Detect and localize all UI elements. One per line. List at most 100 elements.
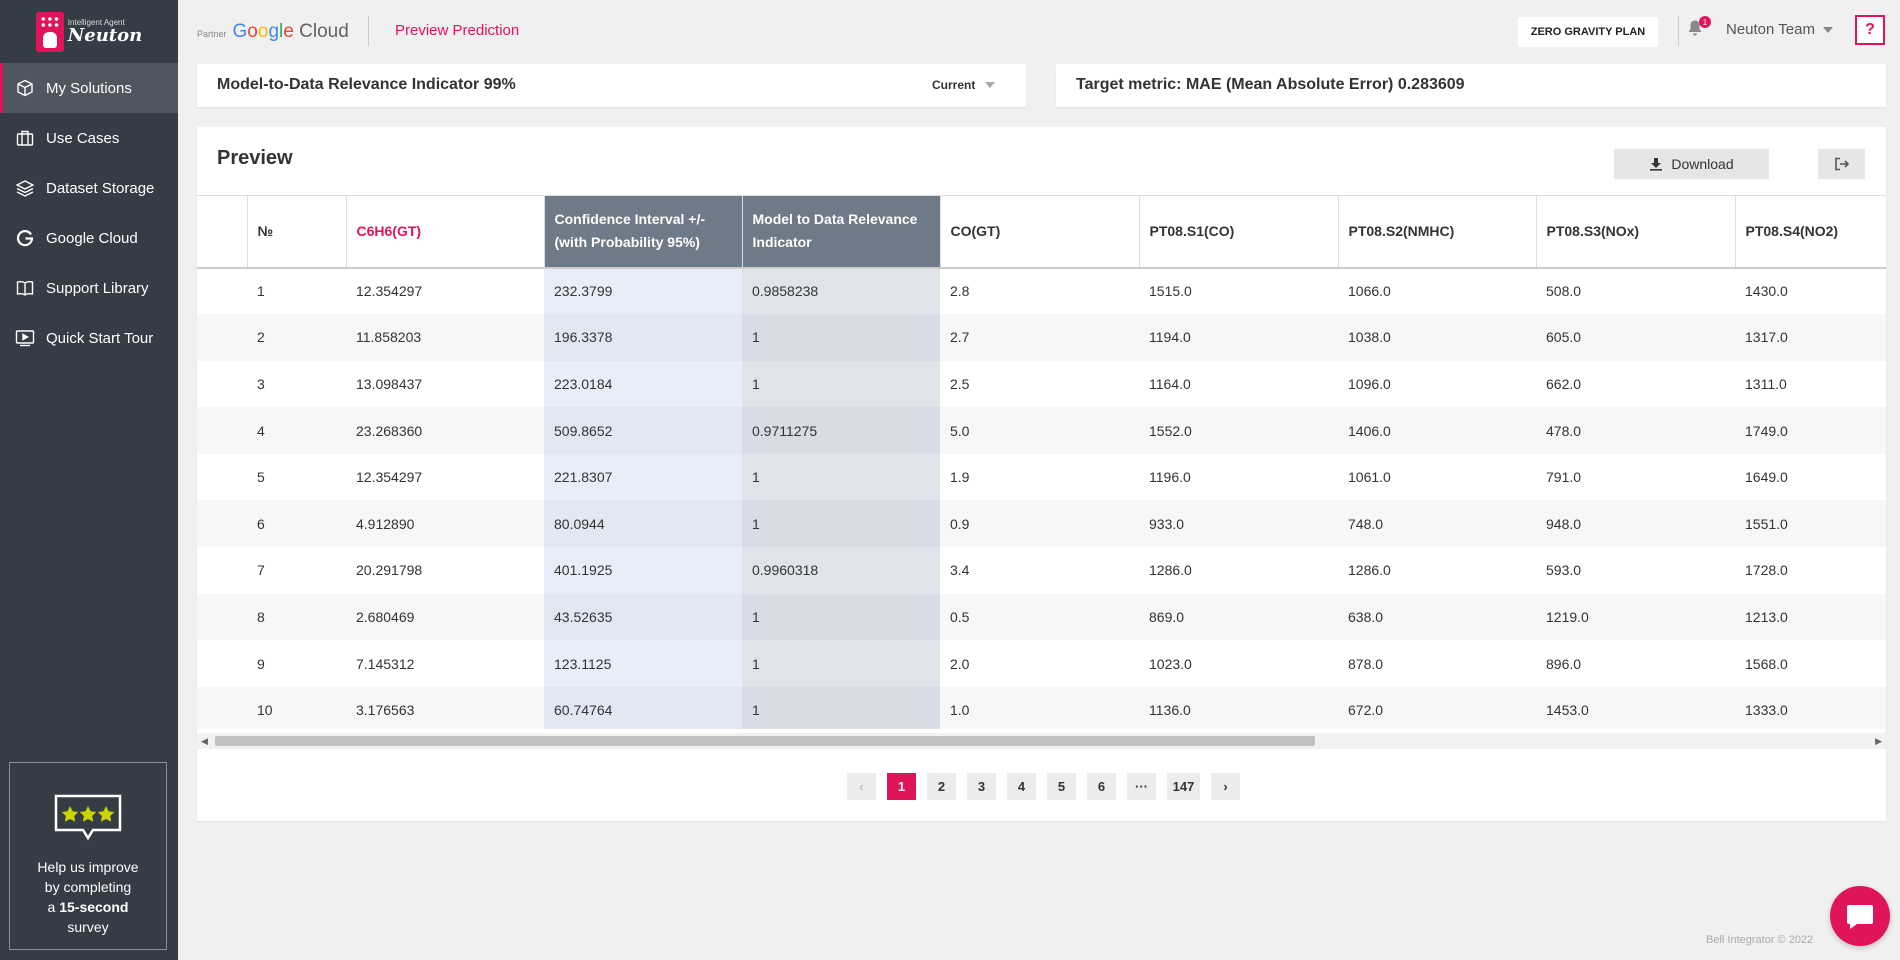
table-cell: 896.0: [1546, 655, 1582, 672]
column-header: PT08.S2(NMHC): [1338, 195, 1537, 269]
logo-name: Neuton: [67, 24, 143, 46]
sidebar-item-my-solutions[interactable]: My Solutions: [0, 63, 178, 113]
table-cell: 223.0184: [544, 360, 742, 408]
table-cell: 1213.0: [1735, 593, 1886, 641]
plan-button[interactable]: ZERO GRAVITY PLAN: [1518, 17, 1658, 47]
table-cell: 1728.0: [1745, 562, 1788, 579]
table-cell: 1038.0: [1338, 314, 1536, 361]
survey-box[interactable]: Help us improve by completing a 15-secon…: [9, 762, 167, 950]
table-cell: 0.9858238: [742, 267, 940, 315]
page-ellipsis-button[interactable]: ···: [1127, 773, 1156, 800]
pagination: ‹ 1 2 3 4 5 6 ··· 147 ›: [847, 773, 1240, 800]
table-cell: 1061.0: [1348, 469, 1391, 486]
preview-card: Preview Download № C6H6(GT) Confidence I…: [197, 127, 1886, 821]
scroll-left-icon[interactable]: ◀: [201, 736, 208, 747]
download-button[interactable]: Download: [1614, 149, 1769, 179]
table-cell: 948.0: [1536, 500, 1735, 548]
table-cell: 1: [257, 283, 265, 300]
table-cell: [197, 407, 247, 454]
table-cell: [197, 640, 247, 687]
scrollbar-thumb[interactable]: [215, 736, 1315, 746]
sidebar-item-support-library[interactable]: Support Library: [0, 263, 178, 313]
table-cell: 2.680469: [346, 593, 544, 641]
table-cell: [197, 593, 247, 641]
prev-page-button[interactable]: ‹: [847, 773, 876, 800]
team-dropdown[interactable]: Neuton Team: [1726, 21, 1833, 38]
table-cell: [197, 500, 247, 548]
google-g-icon: [14, 227, 36, 249]
layers-icon: [14, 177, 36, 199]
table-row: 5 12.354297 221.8307 1 1.9 1196.0 1061.0 791.0 1…: [197, 453, 1886, 501]
notification-badge: 1: [1699, 16, 1711, 28]
download-icon: [1650, 158, 1663, 171]
table-cell: 1: [742, 314, 940, 361]
table-cell: 5.0: [940, 407, 1139, 454]
table-cell: 1136.0: [1139, 686, 1338, 729]
table-cell: 123.1125: [544, 640, 742, 687]
column-header-target: C6H6(GT): [346, 195, 545, 269]
table-cell: 10: [247, 686, 346, 729]
sidebar-item-label: My Solutions: [46, 79, 132, 97]
table-cell: 1311.0: [1745, 375, 1787, 392]
page-button[interactable]: 1: [887, 773, 916, 800]
table-cell: 869.0: [1139, 593, 1338, 641]
preview-title: Preview: [217, 147, 293, 169]
table-cell: 2: [247, 314, 346, 361]
sidebar-item-quick-start-tour[interactable]: Quick Start Tour: [0, 313, 178, 363]
page-button[interactable]: 4: [1007, 773, 1036, 800]
table-cell: 8: [247, 593, 346, 641]
briefcase-icon: [14, 127, 36, 149]
table-cell: 9: [257, 655, 265, 672]
sidebar-item-label: Support Library: [46, 279, 149, 297]
page-button[interactable]: 3: [967, 773, 996, 800]
notifications-button[interactable]: 1: [1687, 16, 1711, 41]
table-cell: 1749.0: [1735, 407, 1886, 454]
scroll-right-icon[interactable]: ▶: [1875, 736, 1882, 747]
table-cell: 1023.0: [1149, 655, 1192, 672]
download-label: Download: [1671, 156, 1734, 172]
table-cell: 1430.0: [1745, 283, 1788, 300]
logo[interactable]: Intelligent Agent Neuton: [0, 0, 178, 63]
table-row: 3 13.098437 223.0184 1 2.5 1164.0 1096.0 662.0 1…: [197, 360, 1886, 408]
chat-button[interactable]: [1830, 886, 1890, 946]
page-button[interactable]: 147: [1167, 773, 1200, 800]
page-button[interactable]: 6: [1087, 773, 1116, 800]
table-cell: 4: [247, 407, 346, 454]
page-button[interactable]: 5: [1047, 773, 1076, 800]
table-cell: 1317.0: [1735, 314, 1886, 361]
sidebar-item-dataset-storage[interactable]: Dataset Storage: [0, 163, 178, 213]
next-page-button[interactable]: ›: [1211, 773, 1240, 800]
book-icon: [14, 277, 36, 299]
sidebar-item-label: Google Cloud: [46, 229, 138, 247]
table-cell: 401.1925: [544, 547, 742, 594]
relevance-indicator: Model-to-Data Relevance Indicator 99%: [217, 76, 516, 93]
horizontal-scrollbar[interactable]: ◀ ▶: [197, 733, 1886, 749]
table-cell: 12.354297: [356, 283, 423, 300]
table-cell: 933.0: [1139, 500, 1338, 548]
table-header-row: № C6H6(GT) Confidence Interval +/- (with…: [197, 195, 1886, 269]
sidebar-item-google-cloud[interactable]: Google Cloud: [0, 213, 178, 263]
partner-google-cloud: Partner Google Cloud: [197, 21, 349, 43]
table-cell: 6: [247, 500, 346, 548]
breadcrumb[interactable]: Preview Prediction: [395, 22, 519, 39]
preview-table-container[interactable]: № C6H6(GT) Confidence Interval +/- (with…: [197, 195, 1886, 729]
table-cell: 43.52635: [544, 593, 742, 641]
table-cell: 23.268360: [346, 407, 544, 454]
divider: [368, 16, 369, 46]
table-cell: [197, 547, 247, 594]
target-metric: Target metric: MAE (Mean Absolute Error)…: [1076, 76, 1465, 93]
relevance-select[interactable]: Current: [932, 78, 996, 92]
table-cell: 1196.0: [1149, 469, 1191, 486]
help-button[interactable]: ?: [1855, 15, 1885, 45]
survey-text: Help us improve by completing a 15-secon…: [37, 859, 139, 935]
table-cell: [197, 361, 247, 408]
sidebar-item-use-cases[interactable]: Use Cases: [0, 113, 178, 163]
rating-stars-icon: [53, 793, 123, 843]
page-button[interactable]: 2: [927, 773, 956, 800]
export-button[interactable]: [1818, 149, 1865, 179]
table-cell: 478.0: [1536, 407, 1735, 454]
table-cell: 60.74764: [544, 686, 742, 729]
table-cell: 4.912890: [346, 500, 544, 548]
table-cell: 1649.0: [1745, 469, 1788, 486]
table-row: 7 20.291798 401.1925 0.9960318 3.4 1286.0 1286…: [197, 547, 1886, 594]
